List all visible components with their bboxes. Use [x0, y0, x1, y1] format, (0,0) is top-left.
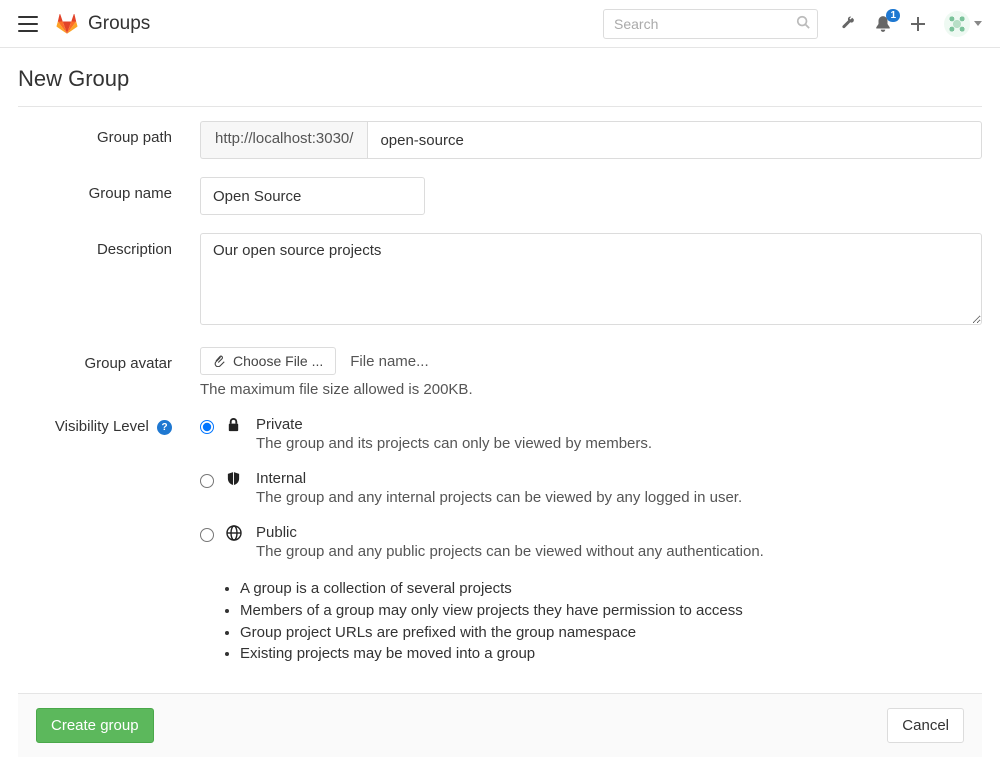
- hamburger-icon[interactable]: [18, 16, 38, 32]
- notification-badge: 1: [886, 9, 900, 22]
- form-footer: Create group Cancel: [18, 693, 982, 757]
- visibility-title: Internal: [256, 470, 982, 487]
- create-group-button[interactable]: Create group: [36, 708, 154, 743]
- visibility-option-public: Public The group and any public projects…: [200, 524, 982, 560]
- visibility-option-private: Private The group and its projects can o…: [200, 416, 982, 452]
- choose-file-button[interactable]: Choose File ...: [200, 347, 336, 375]
- chevron-down-icon: [974, 21, 982, 26]
- group-name-input[interactable]: [200, 177, 425, 215]
- row-visibility: Visibility Level ? Private The group and…: [18, 416, 982, 665]
- tanuki-icon: [56, 13, 78, 35]
- help-icon[interactable]: ?: [157, 420, 172, 435]
- label-group-avatar: Group avatar: [18, 347, 200, 372]
- search-input[interactable]: [603, 9, 818, 39]
- brand-title[interactable]: Groups: [88, 13, 150, 35]
- label-description: Description: [18, 233, 200, 258]
- visibility-desc: The group and any internal projects can …: [256, 489, 982, 506]
- row-group-path: Group path http://localhost:3030/: [18, 121, 982, 159]
- label-group-path: Group path: [18, 121, 200, 146]
- plus-icon[interactable]: [910, 16, 926, 32]
- app-header: Groups 1: [0, 0, 1000, 48]
- group-info-list: A group is a collection of several proje…: [200, 578, 982, 665]
- row-group-avatar: Group avatar Choose File ... File name..…: [18, 347, 982, 398]
- lock-icon: [226, 417, 244, 436]
- label-group-name: Group name: [18, 177, 200, 202]
- visibility-radio-internal[interactable]: [200, 474, 214, 488]
- cancel-button[interactable]: Cancel: [887, 708, 964, 743]
- visibility-radio-public[interactable]: [200, 528, 214, 542]
- info-item: Members of a group may only view project…: [240, 600, 982, 622]
- group-path-prefix: http://localhost:3030/: [200, 121, 367, 159]
- visibility-title: Private: [256, 416, 982, 433]
- row-description: Description: [18, 233, 982, 329]
- new-group-form: Group path http://localhost:3030/ Group …: [18, 107, 982, 693]
- file-name-display: File name...: [350, 353, 428, 370]
- gitlab-logo[interactable]: [56, 13, 78, 35]
- description-input[interactable]: [200, 233, 982, 325]
- avatar-help-text: The maximum file size allowed is 200KB.: [200, 381, 982, 398]
- admin-wrench-icon[interactable]: [840, 16, 856, 32]
- visibility-desc: The group and its projects can only be v…: [256, 435, 982, 452]
- info-item: Existing projects may be moved into a gr…: [240, 643, 982, 665]
- notifications-icon[interactable]: 1: [874, 15, 892, 33]
- paperclip-icon: [213, 355, 225, 367]
- page-title: New Group: [18, 66, 982, 106]
- choose-file-label: Choose File ...: [233, 353, 323, 369]
- label-visibility: Visibility Level ?: [18, 416, 200, 435]
- row-group-name: Group name: [18, 177, 982, 215]
- user-menu[interactable]: [944, 11, 982, 37]
- visibility-desc: The group and any public projects can be…: [256, 543, 982, 560]
- info-item: A group is a collection of several proje…: [240, 578, 982, 600]
- header-actions: 1: [840, 11, 982, 37]
- avatar: [944, 11, 970, 37]
- globe-icon: [226, 525, 244, 545]
- group-path-input[interactable]: [367, 121, 982, 159]
- visibility-option-internal: Internal The group and any internal proj…: [200, 470, 982, 506]
- visibility-title: Public: [256, 524, 982, 541]
- main-container: New Group Group path http://localhost:30…: [0, 48, 1000, 693]
- search-box: [603, 9, 818, 39]
- visibility-radio-private[interactable]: [200, 420, 214, 434]
- info-item: Group project URLs are prefixed with the…: [240, 622, 982, 644]
- shield-icon: [226, 471, 244, 490]
